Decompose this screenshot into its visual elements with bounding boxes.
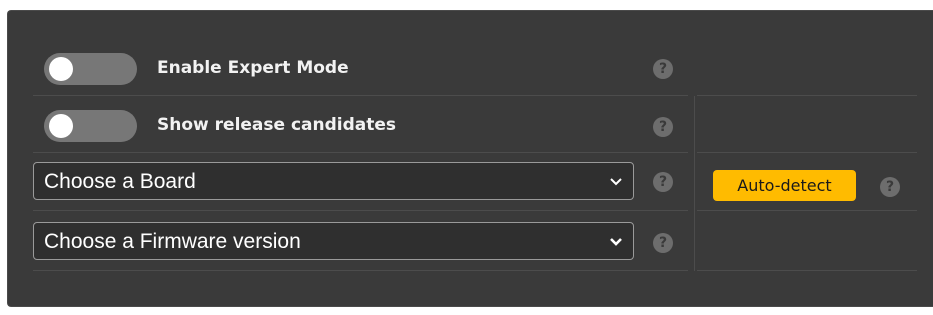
- chevron-down-icon: [610, 178, 622, 186]
- firmware-select[interactable]: Choose a Firmware version: [33, 222, 634, 260]
- column-divider: [694, 96, 695, 271]
- expert-mode-toggle[interactable]: [44, 53, 137, 85]
- options-panel: [7, 10, 933, 307]
- toggle-knob: [49, 114, 73, 138]
- expert-mode-help-icon[interactable]: ?: [653, 59, 673, 79]
- release-candidates-toggle[interactable]: [44, 110, 137, 142]
- row-divider: [697, 210, 917, 211]
- firmware-help-icon[interactable]: ?: [653, 233, 673, 253]
- auto-detect-button[interactable]: Auto-detect: [713, 170, 856, 201]
- release-candidates-label: Show release candidates: [157, 115, 397, 135]
- expert-mode-label: Enable Expert Mode: [157, 58, 349, 78]
- row-divider: [697, 270, 917, 271]
- board-select[interactable]: Choose a Board: [33, 162, 634, 200]
- row-divider: [33, 210, 688, 211]
- row-divider: [697, 152, 917, 153]
- firmware-select-value: Choose a Firmware version: [44, 230, 301, 253]
- row-divider: [33, 95, 688, 96]
- row-divider: [33, 270, 688, 271]
- row-divider: [697, 95, 917, 96]
- toggle-knob: [49, 57, 73, 81]
- release-candidates-help-icon[interactable]: ?: [653, 117, 673, 137]
- row-divider: [33, 152, 688, 153]
- board-select-value: Choose a Board: [44, 170, 196, 193]
- board-help-icon[interactable]: ?: [653, 172, 673, 192]
- chevron-down-icon: [610, 238, 622, 246]
- auto-detect-help-icon[interactable]: ?: [880, 177, 900, 197]
